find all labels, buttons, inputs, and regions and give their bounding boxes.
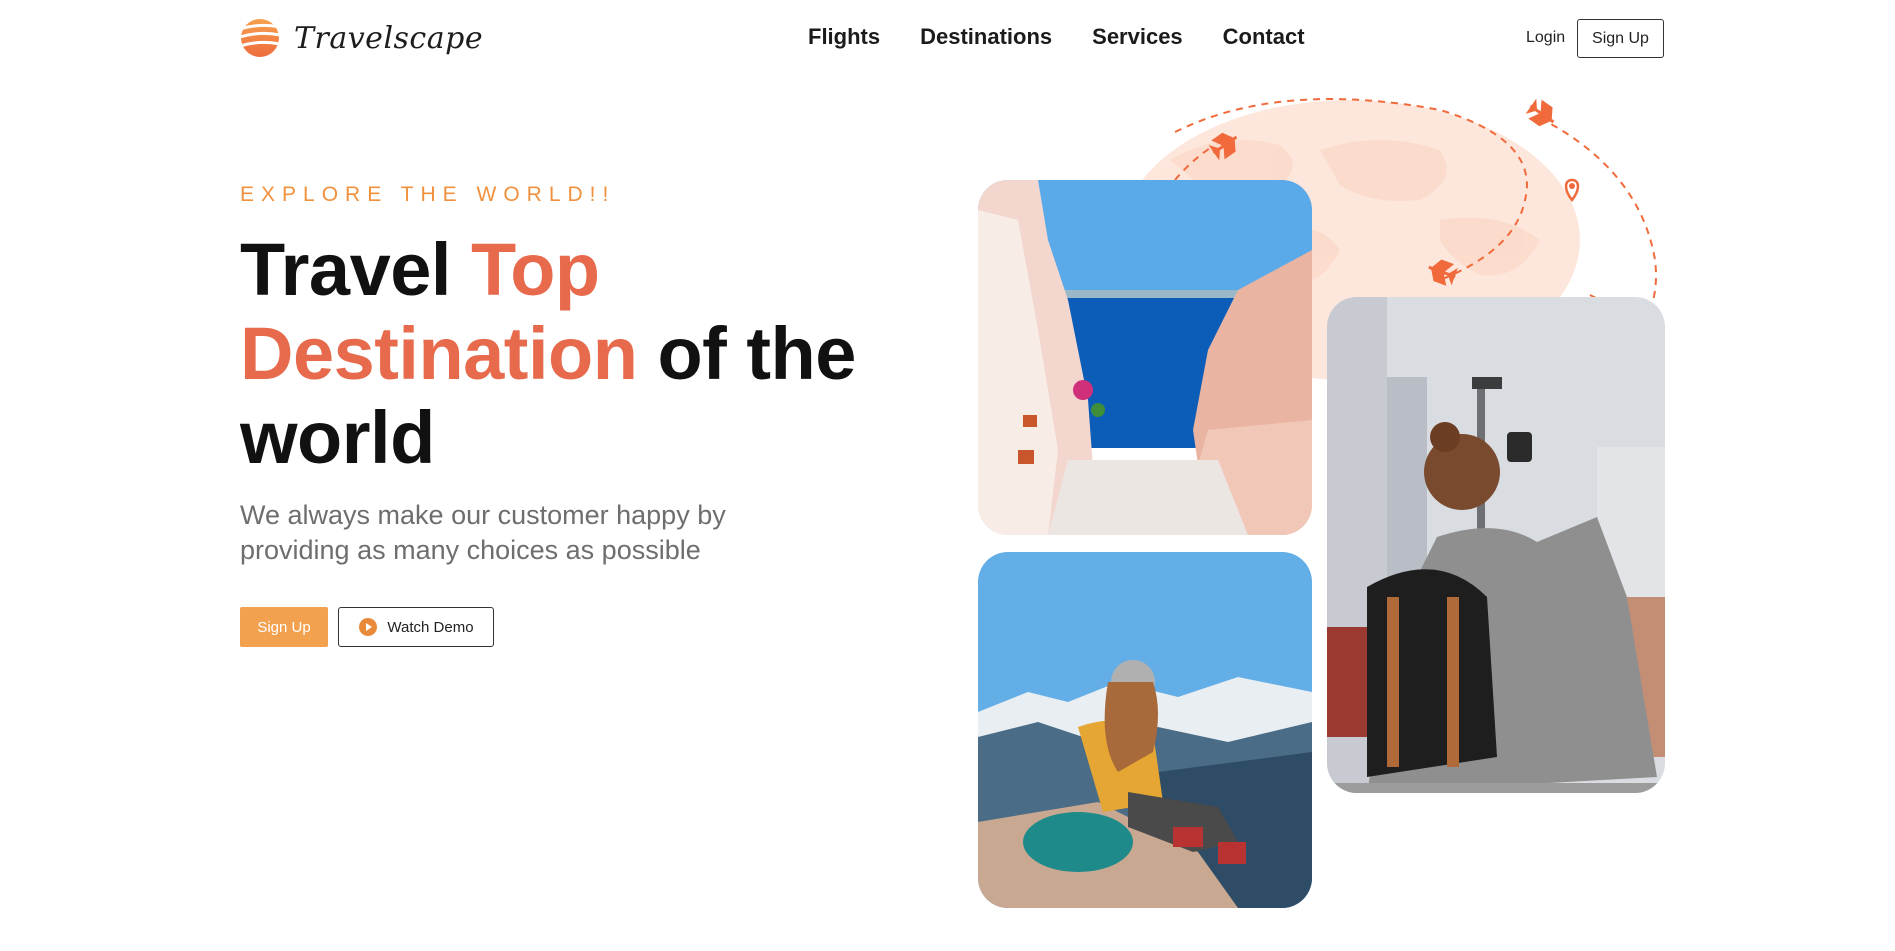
nav-item-services[interactable]: Services <box>1092 24 1183 50</box>
headline-part1: Travel <box>240 228 472 311</box>
login-link[interactable]: Login <box>1526 29 1565 47</box>
nav-item-destinations[interactable]: Destinations <box>920 24 1052 50</box>
hero-subtitle: We always make our customer happy by pro… <box>240 500 726 565</box>
nav-item-contact[interactable]: Contact <box>1223 24 1305 50</box>
hero-eyebrow: EXPLORE THE WORLD!! <box>240 183 616 206</box>
nav-item-flights[interactable]: Flights <box>808 24 880 50</box>
watch-demo-button[interactable]: Watch Demo <box>338 607 494 647</box>
brand-name: Travelscape <box>294 20 484 56</box>
brand-logo[interactable]: Travelscape <box>240 18 483 58</box>
watch-demo-label: Watch Demo <box>387 618 474 636</box>
photo-city-backpacker <box>1327 297 1665 793</box>
photo-santorini <box>978 180 1312 535</box>
logo-mark-icon <box>241 19 279 57</box>
header-signup-button[interactable]: Sign Up <box>1577 19 1664 58</box>
headline-part2: of the <box>637 312 856 395</box>
photo-mountain-hiker <box>978 552 1312 908</box>
hero-headline: Travel Top Destination of the world <box>240 228 920 480</box>
headline-part3: world <box>240 396 435 479</box>
main-nav: Flights Destinations Services Contact <box>808 24 1305 50</box>
headline-accent-destination: Destination <box>240 312 638 395</box>
hero-signup-button[interactable]: Sign Up <box>240 607 328 647</box>
play-icon <box>359 618 378 636</box>
headline-accent-top: Top <box>471 228 600 311</box>
